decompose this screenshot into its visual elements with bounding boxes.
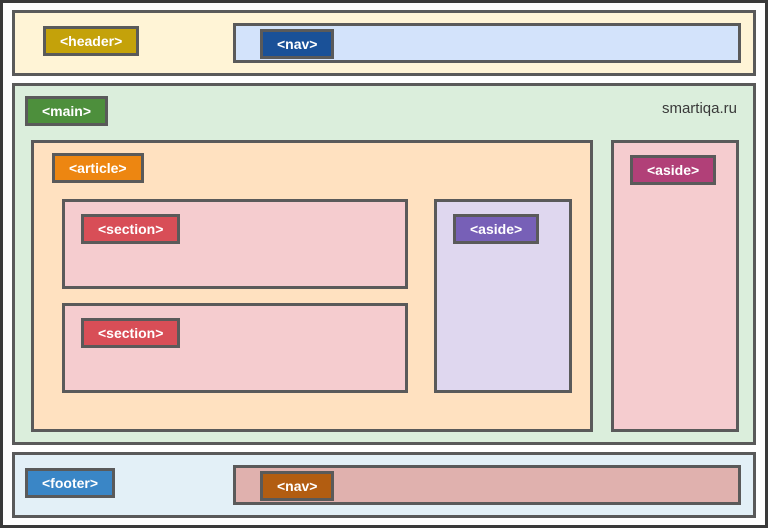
article-aside-region: <aside> bbox=[434, 199, 572, 393]
main-label: <main> bbox=[25, 96, 108, 126]
article-region: <article> <section> <section> <aside> bbox=[31, 140, 593, 432]
section-region-1: <section> bbox=[62, 199, 408, 289]
main-region: <main> smartiqa.ru <article> <section> <… bbox=[12, 83, 756, 445]
footer-region: <footer> <nav> bbox=[12, 452, 756, 518]
main-aside-region: <aside> bbox=[611, 140, 739, 432]
article-label: <article> bbox=[52, 153, 144, 183]
section-label-2: <section> bbox=[81, 318, 180, 348]
header-label: <header> bbox=[43, 26, 139, 56]
main-aside-label: <aside> bbox=[630, 155, 716, 185]
footer-label: <footer> bbox=[25, 468, 115, 498]
section-label-1: <section> bbox=[81, 214, 180, 244]
layout-diagram: <header> <nav> <main> smartiqa.ru <artic… bbox=[0, 0, 768, 528]
watermark-text: smartiqa.ru bbox=[662, 100, 737, 117]
footer-nav-label: <nav> bbox=[260, 471, 334, 501]
article-aside-label: <aside> bbox=[453, 214, 539, 244]
section-region-2: <section> bbox=[62, 303, 408, 393]
header-nav-label: <nav> bbox=[260, 29, 334, 59]
footer-nav-region: <nav> bbox=[233, 465, 741, 505]
header-nav-region: <nav> bbox=[233, 23, 741, 63]
header-region: <header> <nav> bbox=[12, 10, 756, 76]
